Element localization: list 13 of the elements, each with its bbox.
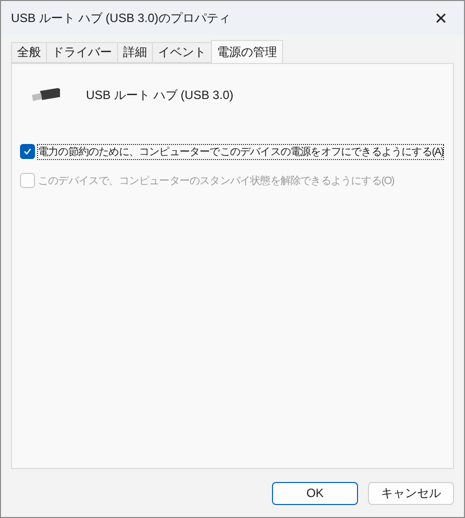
dialog-button[interactable]: OK [272, 482, 358, 504]
usb-plug-icon [30, 88, 62, 102]
device-name: USB ルート ハブ (USB 3.0) [86, 86, 234, 104]
tab[interactable]: 詳細 [117, 42, 153, 63]
tab[interactable]: イベント [152, 42, 212, 63]
checkmark-icon [23, 147, 32, 156]
close-button[interactable]: ✕ [418, 1, 464, 35]
tab[interactable]: 全般 [11, 42, 47, 63]
tab[interactable]: ドライバー [46, 42, 118, 63]
window-title: USB ルート ハブ (USB 3.0)のプロパティ [11, 10, 230, 26]
tab[interactable]: 電源の管理 [211, 40, 283, 63]
dialog-button[interactable]: キャンセル [368, 482, 454, 504]
option-checkbox[interactable]: 電力の節約のために、コンピューターでこのデバイスの電源をオフにできるようにする(A) [20, 144, 445, 159]
